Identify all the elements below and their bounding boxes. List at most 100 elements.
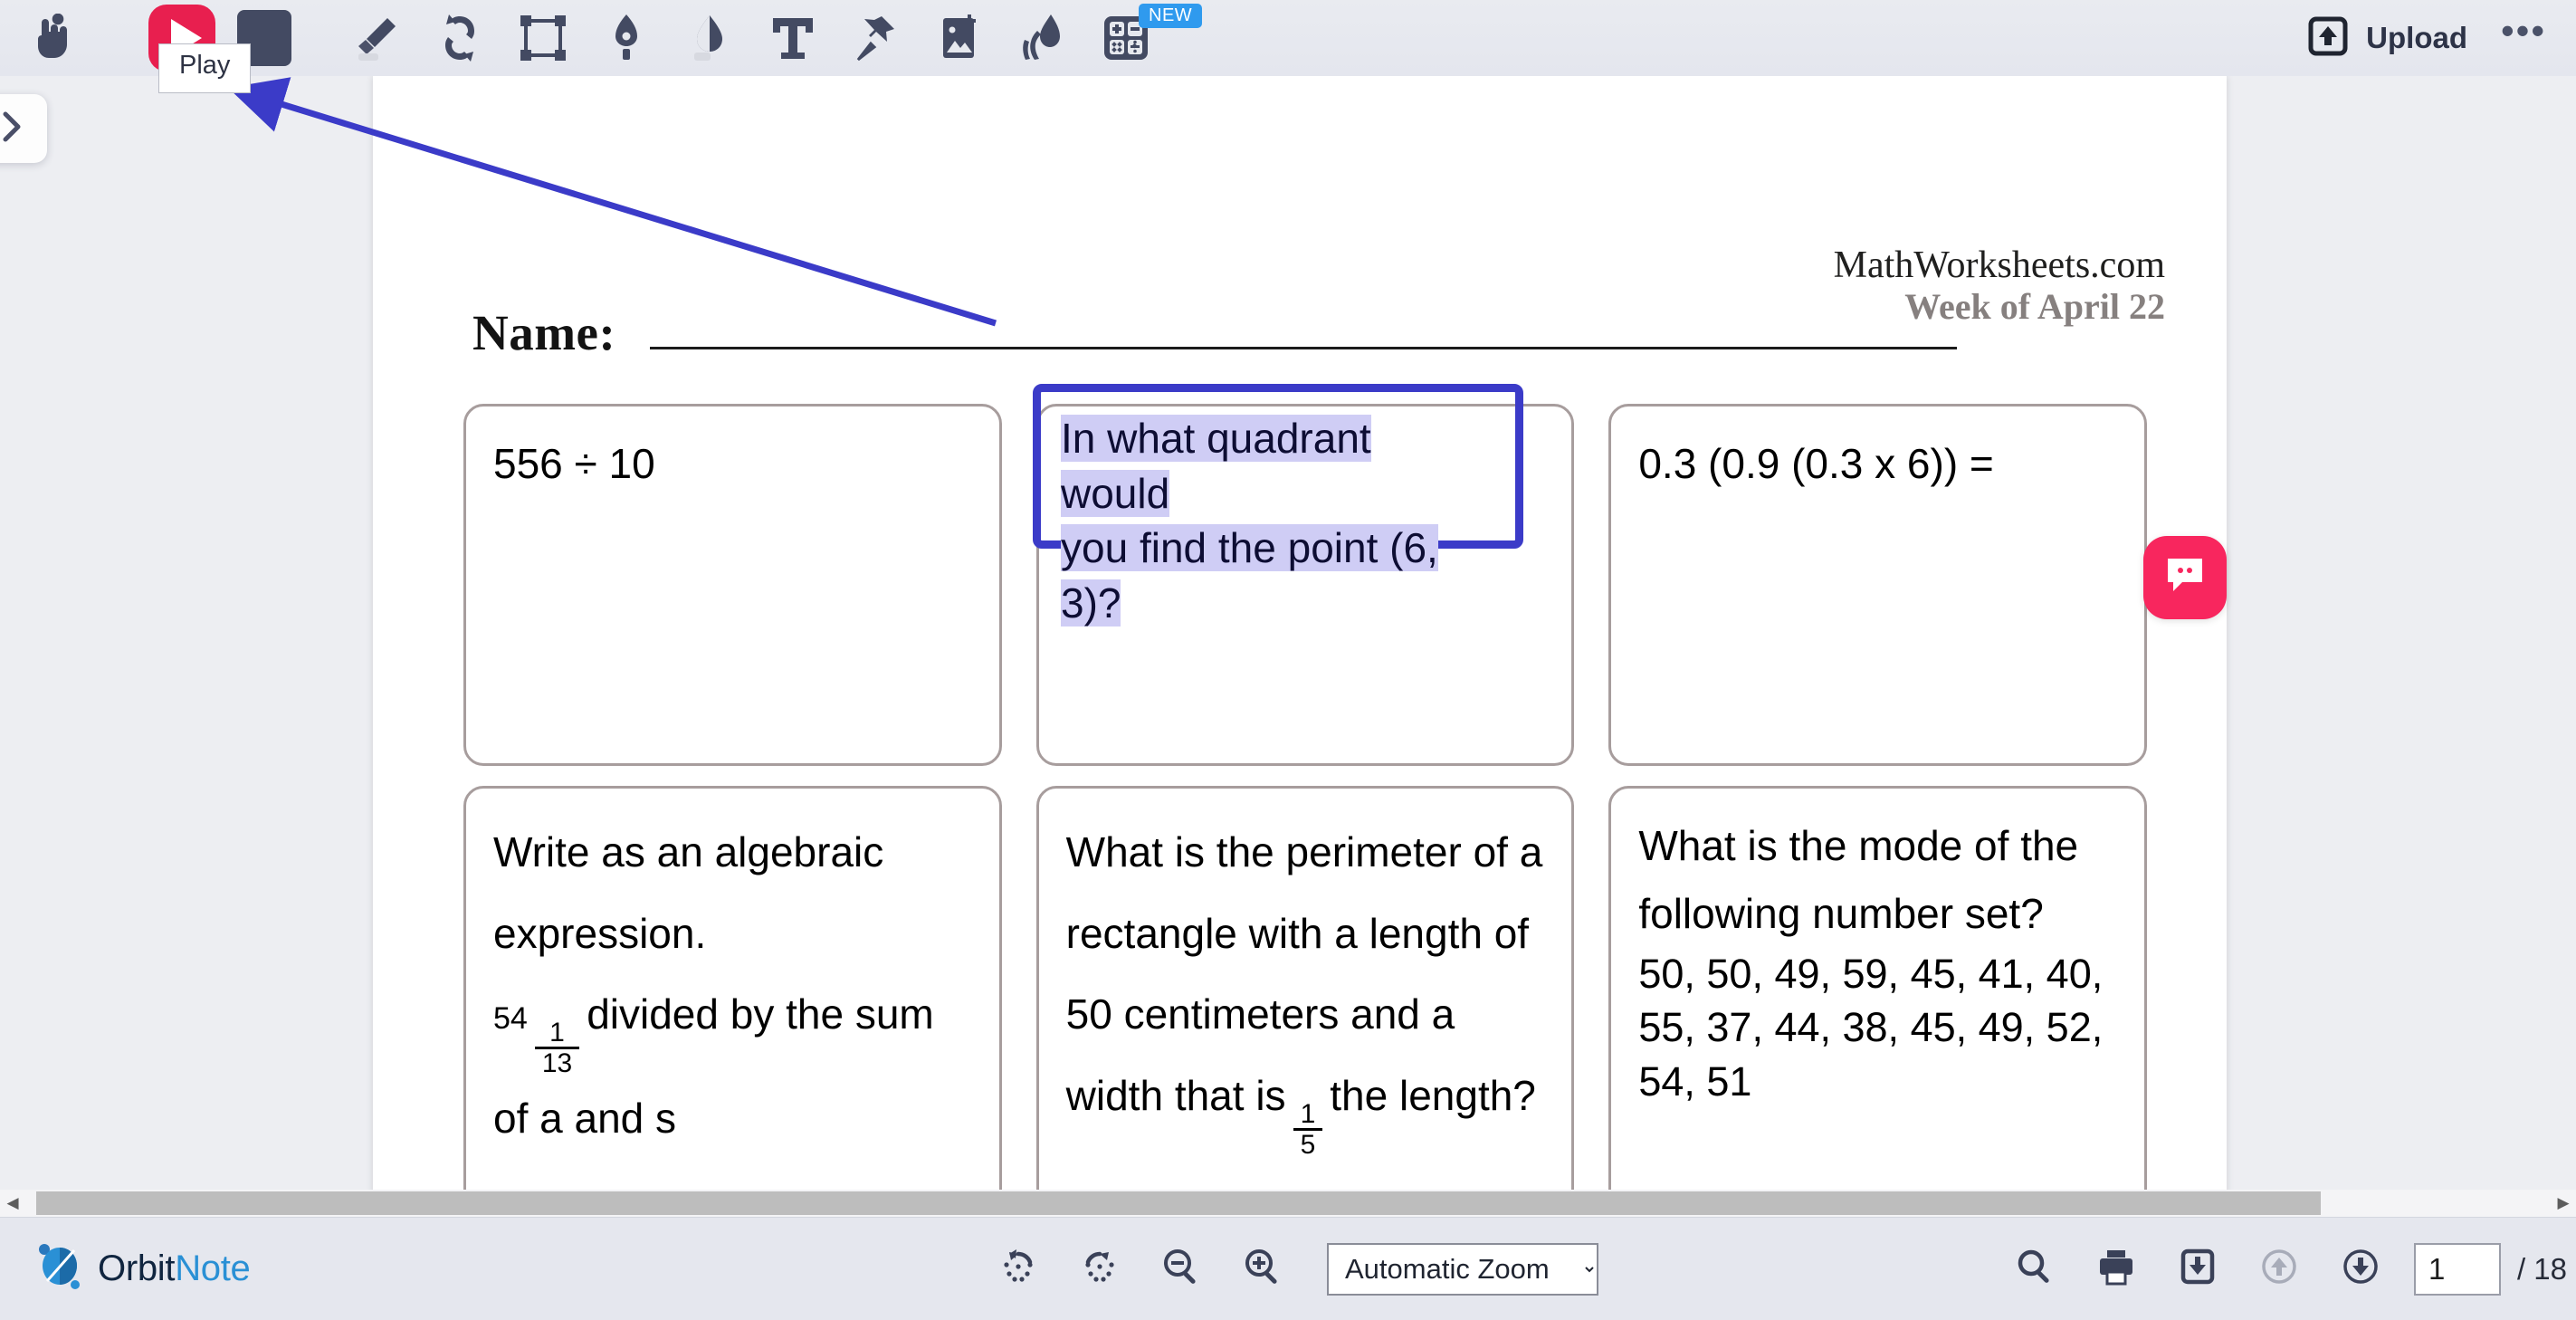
color-cycle-icon-button[interactable]	[418, 0, 501, 76]
question-text-4-line2: expression.	[493, 894, 974, 975]
chevron-right-icon	[0, 111, 24, 147]
highlighter-icon	[353, 13, 400, 63]
fraction-numerator-4: 1	[542, 1019, 572, 1047]
page-up-icon	[2259, 1247, 2299, 1291]
selected-line-1: In what quadrant would	[1061, 415, 1371, 517]
question-text-5: What is the perimeter of a rectangle wit…	[1066, 812, 1547, 1160]
freehand-draw-icon	[1020, 13, 1065, 63]
fraction-numerator-5: 1	[1293, 1100, 1323, 1129]
pdf-viewer-area[interactable]: MathWorksheets.com Week of April 22 Name…	[0, 76, 2576, 1217]
pin-icon-button[interactable]	[835, 0, 918, 76]
orbit-logo-icon	[34, 1240, 85, 1297]
ink-eraser-icon-button[interactable]	[668, 0, 751, 76]
question-text-4-line1: Write as an algebraic	[493, 812, 974, 894]
upload-icon	[2308, 16, 2348, 61]
search-button[interactable]	[1994, 1231, 2075, 1307]
page-total-label: / 18	[2517, 1252, 2567, 1287]
mixed-number-whole-4: 54	[493, 1001, 528, 1036]
highlighter-icon-button[interactable]	[335, 0, 418, 76]
page-down-button[interactable]	[2320, 1231, 2401, 1307]
orbitnote-logo: OrbitNote	[34, 1240, 250, 1297]
rotate-cw-button[interactable]	[1059, 1231, 1140, 1307]
watermark-site: MathWorksheets.com	[1834, 244, 2165, 287]
zoom-in-button[interactable]	[1222, 1231, 1303, 1307]
cursor-hand-icon-button[interactable]	[9, 0, 92, 76]
question-text-5-line2: the length?	[1330, 1072, 1536, 1119]
shape-select-icon-button[interactable]	[501, 0, 585, 76]
download-button[interactable]	[2157, 1231, 2238, 1307]
question-box-4[interactable]: Write as an algebraic expression. 54113d…	[463, 786, 1002, 1217]
new-badge: NEW	[1139, 4, 1202, 28]
question-text-6-line1: What is the mode of the	[1638, 812, 2119, 880]
page-number-input[interactable]	[2414, 1243, 2501, 1296]
scroll-left-arrow-icon[interactable]: ◀	[0, 1190, 25, 1217]
print-icon	[2095, 1247, 2137, 1291]
top-toolbar-right-group: Upload •••	[2288, 0, 2576, 76]
pin-icon	[854, 13, 898, 63]
search-icon	[2015, 1247, 2055, 1291]
bottom-toolbar: OrbitNote	[0, 1217, 2576, 1320]
cursor-hand-icon	[30, 14, 72, 62]
pen-nib-icon	[610, 13, 643, 63]
brand-orbit: Orbit	[98, 1248, 175, 1288]
ink-eraser-icon	[691, 13, 729, 63]
more-options-button[interactable]: •••	[2487, 0, 2560, 76]
zoom-select[interactable]: Automatic Zoom	[1327, 1243, 1598, 1296]
upload-button[interactable]: Upload	[2288, 7, 2487, 70]
pdf-page: MathWorksheets.com Week of April 22 Name…	[373, 76, 2227, 1217]
fraction-denominator-5: 5	[1293, 1128, 1323, 1160]
question-box-3[interactable]: 0.3 (0.9 (0.3 x 6)) =	[1608, 404, 2147, 766]
horizontal-scrollbar-track[interactable]	[25, 1190, 2551, 1217]
shape-select-icon	[519, 14, 568, 62]
question-text-1: 556 ÷ 10	[493, 430, 974, 498]
add-image-icon-button[interactable]	[918, 0, 1001, 76]
expand-panel-button[interactable]	[0, 94, 47, 163]
question-number-set-6: 50, 50, 49, 59, 45, 41, 40, 55, 37, 44, …	[1638, 947, 2119, 1108]
top-toolbar-left-group: Play	[0, 0, 1168, 76]
zoom-in-icon	[1242, 1246, 1283, 1292]
orbitnote-pdf-viewer: Play	[0, 0, 2576, 1320]
color-cycle-icon	[437, 13, 482, 63]
play-tooltip: Play	[158, 43, 251, 93]
horizontal-scrollbar[interactable]: ◀ ▶	[0, 1190, 2576, 1217]
top-toolbar: Play	[0, 0, 2576, 76]
chat-bubble-button[interactable]	[2143, 536, 2227, 619]
rotate-cw-icon	[1078, 1245, 1121, 1293]
question-text-6-line2: following number set?	[1638, 880, 2119, 948]
bottom-right-controls: / 18	[1994, 1231, 2576, 1307]
annotation-tools-group: NEW	[335, 0, 1168, 76]
text-icon-button[interactable]	[751, 0, 835, 76]
horizontal-scrollbar-thumb[interactable]	[36, 1191, 2321, 1215]
print-button[interactable]	[2075, 1231, 2157, 1307]
bottom-center-controls: Automatic Zoom	[978, 1231, 1598, 1307]
question-box-5[interactable]: What is the perimeter of a rectangle wit…	[1036, 786, 1575, 1217]
brand-note: Note	[175, 1248, 250, 1288]
add-image-icon	[938, 13, 981, 63]
question-box-1[interactable]: 556 ÷ 10	[463, 404, 1002, 766]
pen-nib-icon-button[interactable]	[585, 0, 668, 76]
selected-question-text[interactable]: In what quadrant would you find the poin…	[1061, 411, 1486, 631]
page-down-icon	[2341, 1247, 2380, 1291]
rotate-ccw-icon	[997, 1245, 1040, 1293]
upload-label: Upload	[2366, 21, 2467, 55]
question-box-6[interactable]: What is the mode of the following number…	[1608, 786, 2147, 1217]
text-icon	[769, 13, 816, 63]
rotate-ccw-button[interactable]	[978, 1231, 1059, 1307]
brand-text: OrbitNote	[98, 1248, 250, 1289]
fraction-4: 113	[535, 1019, 579, 1078]
freehand-draw-icon-button[interactable]	[1001, 0, 1084, 76]
question-text-4-line3: 54113divided by the sum of a and s	[493, 974, 974, 1159]
name-label: Name:	[472, 304, 615, 361]
selected-line-2: you find the point (6, 3)?	[1061, 524, 1438, 627]
calculator-icon-button[interactable]: NEW	[1084, 0, 1168, 76]
zoom-out-button[interactable]	[1140, 1231, 1222, 1307]
page-up-button[interactable]	[2238, 1231, 2320, 1307]
chat-bubble-icon	[2162, 553, 2208, 603]
fraction-denominator-4: 13	[535, 1047, 579, 1078]
name-field-row: Name:	[472, 304, 1957, 361]
scroll-right-arrow-icon[interactable]: ▶	[2551, 1190, 2576, 1217]
name-write-line[interactable]	[650, 347, 1957, 349]
question-text-3: 0.3 (0.9 (0.3 x 6)) =	[1638, 430, 2119, 498]
download-icon	[2178, 1247, 2218, 1291]
zoom-out-icon	[1160, 1246, 1202, 1292]
